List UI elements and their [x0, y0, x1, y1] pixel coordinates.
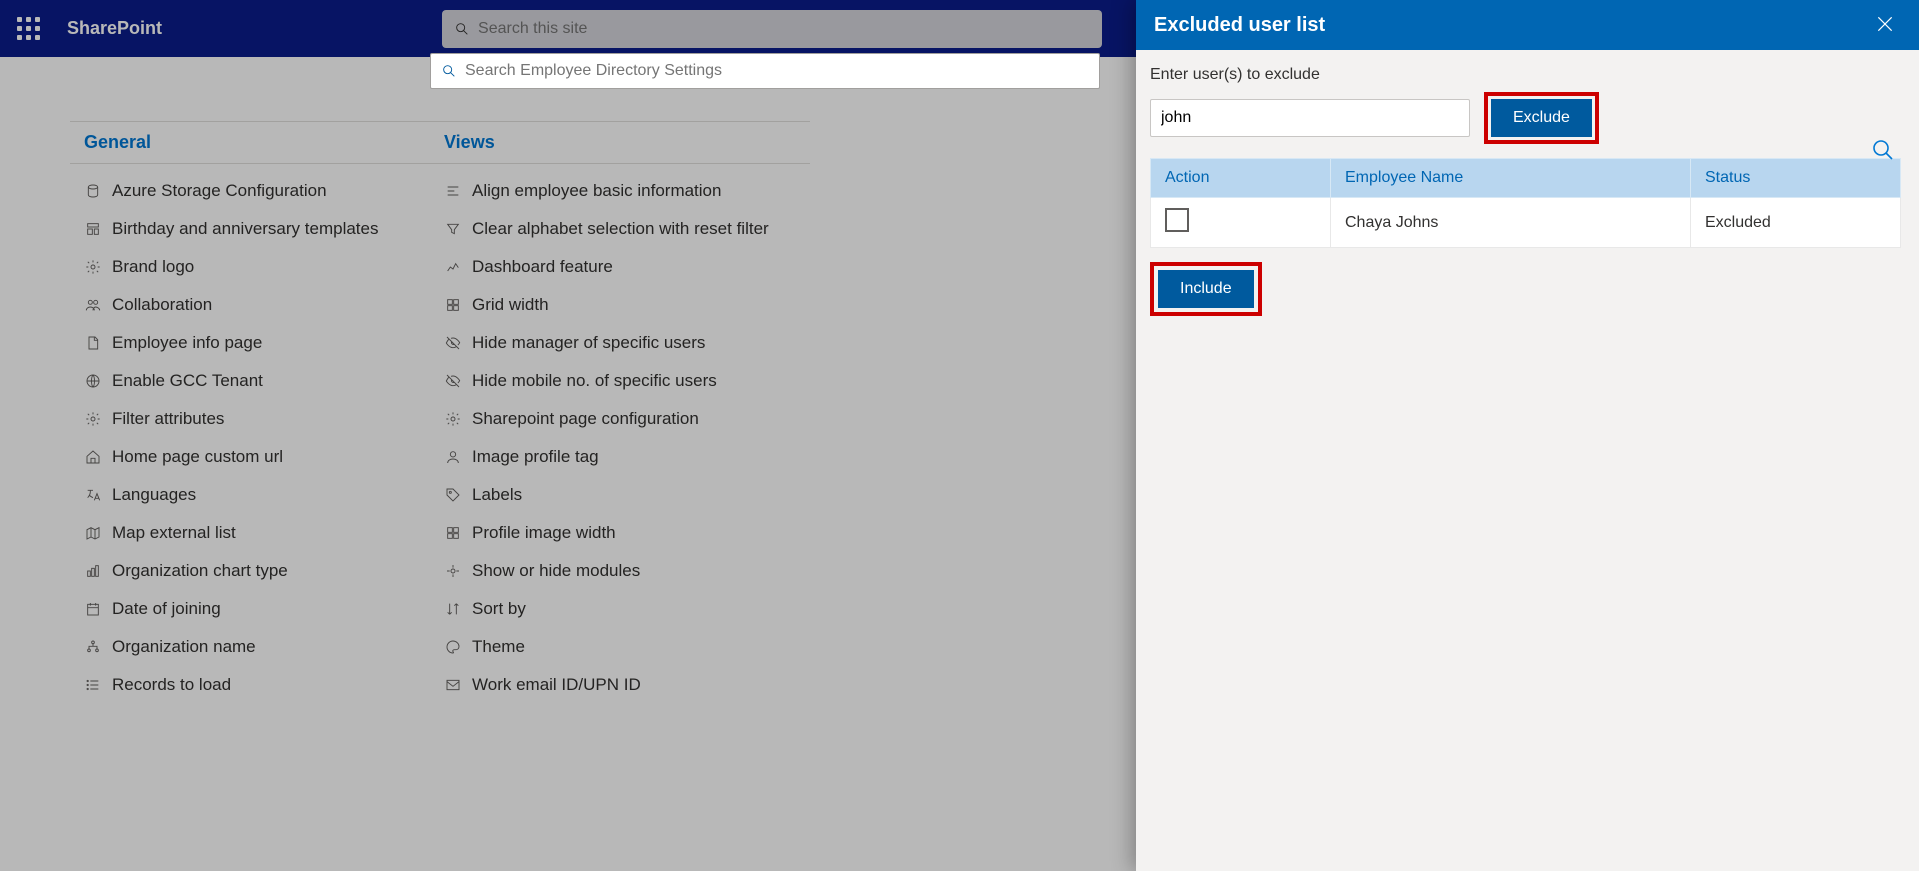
include-button[interactable]: Include — [1158, 270, 1254, 308]
panel-close-button[interactable] — [1869, 8, 1901, 43]
search-icon — [441, 63, 457, 79]
panel-search-icon[interactable] — [1871, 138, 1895, 165]
cell-employee-name: Chaya Johns — [1331, 198, 1691, 248]
exclude-button-highlight: Exclude — [1484, 92, 1599, 144]
exclude-button[interactable]: Exclude — [1491, 99, 1592, 137]
panel-title: Excluded user list — [1154, 14, 1325, 37]
table-row: Chaya JohnsExcluded — [1151, 198, 1901, 248]
excluded-users-table: Action Employee Name Status Chaya JohnsE… — [1150, 158, 1901, 248]
settings-search-box[interactable] — [430, 53, 1100, 89]
table-header-status[interactable]: Status — [1691, 159, 1901, 198]
excluded-user-panel: Excluded user list Enter user(s) to excl… — [1136, 0, 1919, 871]
settings-search-input[interactable] — [465, 62, 1089, 80]
include-button-highlight: Include — [1150, 262, 1262, 316]
cell-status: Excluded — [1691, 198, 1901, 248]
exclude-user-input[interactable] — [1150, 99, 1470, 137]
row-checkbox[interactable] — [1165, 208, 1189, 232]
table-header-action[interactable]: Action — [1151, 159, 1331, 198]
table-header-name[interactable]: Employee Name — [1331, 159, 1691, 198]
